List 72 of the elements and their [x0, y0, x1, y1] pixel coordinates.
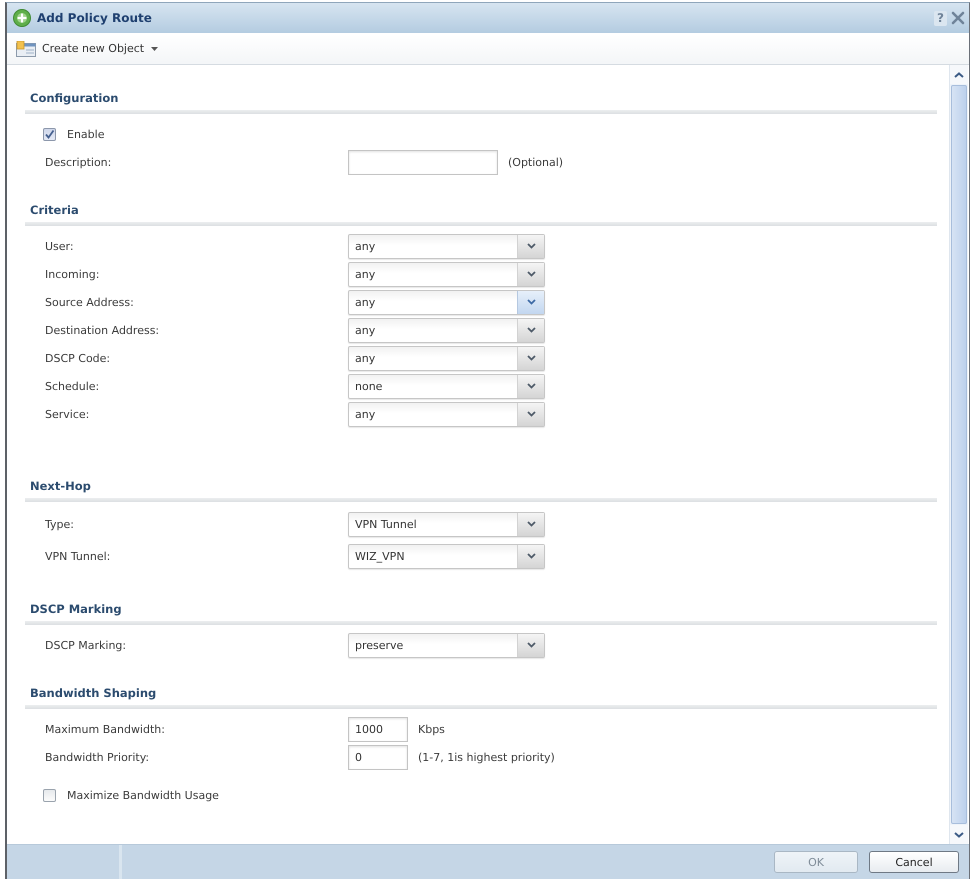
chevron-down-icon: [526, 411, 536, 417]
chevron-down-icon: [526, 383, 536, 389]
checkbox[interactable]: [43, 788, 56, 802]
checkmark-icon: [44, 128, 55, 140]
field-label: DSCP Code:: [45, 352, 112, 364]
section-heading: Next-Hop: [29, 478, 91, 495]
chevron-down-icon: [526, 299, 536, 305]
dropdown-arrow-button[interactable]: [517, 402, 544, 426]
scroll-up-button[interactable]: [950, 65, 968, 84]
dropdown[interactable]: any: [348, 318, 545, 342]
dropdown-arrow-button[interactable]: [517, 262, 544, 286]
dropdown[interactable]: preserve: [348, 632, 545, 658]
field-hint: (1-7, 1is highest priority): [418, 750, 555, 764]
text-field[interactable]: 1000: [348, 716, 408, 742]
dropdown-arrow-button[interactable]: [517, 374, 544, 398]
dropdown[interactable]: any: [348, 262, 545, 286]
chevron-down-icon: [526, 553, 536, 559]
scroll-down-button[interactable]: [950, 825, 968, 844]
scroll-thumb[interactable]: [951, 85, 967, 824]
cancel-button[interactable]: Cancel: [869, 851, 959, 873]
dropdown-arrow-button[interactable]: [517, 290, 544, 314]
dropdown-arrow-button[interactable]: [517, 634, 544, 656]
section-heading: Criteria: [29, 202, 79, 219]
chevron-down-icon: [526, 355, 536, 361]
plus-circle-icon: [13, 9, 31, 27]
dropdown-arrow-button[interactable]: [517, 346, 544, 370]
dropdown[interactable]: any: [348, 402, 545, 426]
field-hint: Kbps: [418, 722, 445, 736]
field-hint: (Optional): [508, 156, 564, 168]
field-label: Destination Address:: [45, 324, 160, 336]
checkbox-label: Maximize Bandwidth Usage: [67, 788, 219, 802]
chevron-down-icon: [526, 243, 536, 249]
field-label: VPN Tunnel:: [45, 550, 112, 562]
dropdown-arrow-button[interactable]: [517, 234, 544, 258]
dropdown-arrow-button[interactable]: [517, 544, 544, 568]
field-label: Source Address:: [45, 296, 135, 308]
chevron-down-icon: [526, 642, 536, 648]
dropdown[interactable]: none: [348, 374, 545, 398]
dropdown-arrow-button[interactable]: [517, 318, 544, 342]
close-icon[interactable]: [951, 11, 965, 25]
field-label: User:: [45, 240, 75, 252]
field-label: Type:: [45, 518, 75, 530]
caret-icon: [151, 46, 158, 50]
chevron-down-icon: [526, 271, 536, 277]
dropdown[interactable]: any: [348, 234, 545, 258]
chevron-down-icon: [526, 327, 536, 333]
create-object-menu-button[interactable]: Create new Object: [13, 38, 162, 58]
dropdown[interactable]: VPN Tunnel: [348, 512, 545, 536]
chevron-down-icon: [526, 521, 536, 527]
section-heading: Bandwidth Shaping: [29, 685, 156, 702]
dropdown-arrow-button[interactable]: [517, 512, 544, 536]
checkbox-label: Enable: [67, 128, 104, 140]
field-label: Description:: [45, 156, 112, 168]
field-label: Bandwidth Priority:: [45, 750, 150, 764]
field-label: Service:: [45, 408, 90, 420]
field-label: DSCP Marking:: [45, 638, 128, 652]
scrollbar[interactable]: [949, 65, 968, 844]
window-title: Add Policy Route: [37, 11, 152, 25]
field-label: Maximum Bandwidth:: [45, 722, 166, 736]
text-field[interactable]: [348, 150, 498, 174]
field-label: Incoming:: [45, 268, 100, 280]
window-icon: [16, 40, 36, 56]
dropdown[interactable]: WIZ_VPN: [348, 544, 545, 568]
chevron-up-icon: [954, 72, 964, 78]
text-field[interactable]: 0: [348, 744, 408, 770]
chevron-down-icon: [954, 832, 964, 838]
section-heading: Configuration: [29, 90, 118, 107]
field-label: Schedule:: [45, 380, 100, 392]
dropdown[interactable]: any: [348, 346, 545, 370]
checkbox[interactable]: [43, 128, 56, 140]
section-heading: DSCP Marking: [29, 601, 122, 618]
dropdown[interactable]: any: [348, 290, 545, 314]
